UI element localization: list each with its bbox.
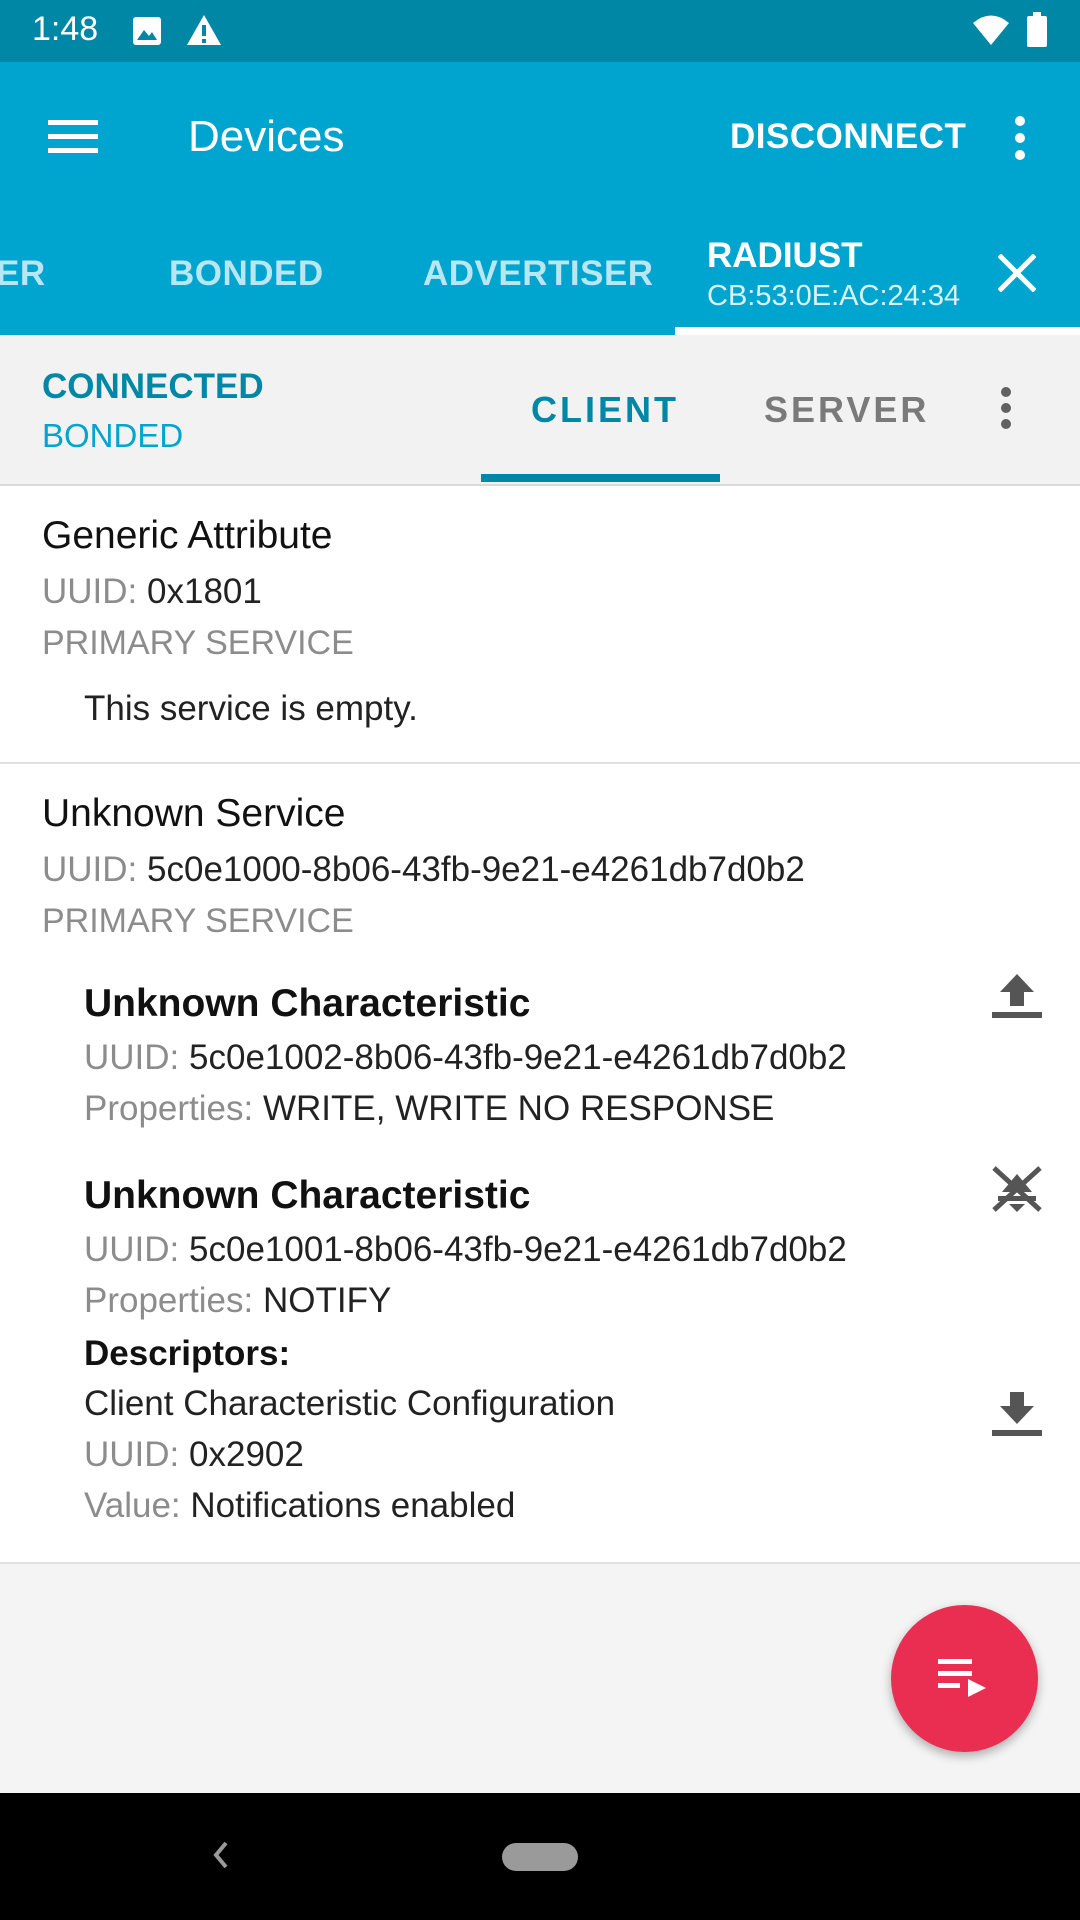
tab-advertiser[interactable]: ADVERTISER [423, 254, 654, 294]
characteristic-uuid-row: UUID: 5c0e1001-8b06-43fb-9e21-e4261db7d0… [84, 1230, 847, 1270]
uuid-label: UUID: [84, 1038, 180, 1077]
service-uuid-row: UUID: 5c0e1000-8b06-43fb-9e21-e4261db7d0… [42, 850, 805, 890]
service-type: PRIMARY SERVICE [42, 902, 354, 940]
playlist-play-icon [938, 1659, 986, 1697]
properties-label: Properties: [84, 1281, 254, 1320]
page-title: Devices [188, 112, 345, 161]
wifi-icon [973, 15, 1009, 45]
characteristic-uuid: 5c0e1002-8b06-43fb-9e21-e4261db7d0b2 [189, 1038, 847, 1077]
service-empty-text: This service is empty. [84, 689, 418, 728]
connection-bar: CONNECTED BONDED CLIENT SERVER [0, 335, 1080, 486]
bond-state: BONDED [42, 417, 184, 454]
active-tab-indicator [675, 327, 1080, 335]
upload-icon[interactable] [990, 972, 1044, 1020]
service-generic-attribute[interactable]: Generic Attribute UUID: 0x1801 PRIMARY S… [0, 486, 1080, 764]
device-address: CB:53:0E:AC:24:34 [707, 280, 961, 312]
service-uuid-row: UUID: 0x1801 [42, 572, 262, 612]
disconnect-button[interactable]: DISCONNECT [730, 117, 966, 157]
descriptors-heading: Descriptors: [84, 1334, 291, 1373]
overflow-menu-icon[interactable] [1013, 115, 1027, 161]
characteristic-properties: NOTIFY [262, 1281, 392, 1320]
battery-icon [1027, 12, 1047, 47]
client-tab-indicator [481, 474, 720, 482]
service-name: Unknown Service [42, 792, 346, 835]
characteristic-uuid: 5c0e1001-8b06-43fb-9e21-e4261db7d0b2 [189, 1230, 847, 1269]
descriptor-value: Notifications enabled [190, 1486, 516, 1525]
service-type: PRIMARY SERVICE [42, 624, 354, 662]
tab-server[interactable]: SERVER [764, 389, 929, 431]
app-bar: Devices DISCONNECT ER BONDED ADVERTISER … [0, 62, 1080, 335]
status-bar: 1:48 [0, 0, 1080, 62]
service-unknown[interactable]: Unknown Service UUID: 5c0e1000-8b06-43fb… [0, 764, 1080, 1564]
characteristic-name: Unknown Characteristic [84, 1174, 531, 1217]
log-fab-button[interactable] [891, 1605, 1038, 1752]
tab-client[interactable]: CLIENT [531, 389, 679, 431]
descriptor-name: Client Characteristic Configuration [84, 1384, 616, 1423]
uuid-label: UUID: [84, 1435, 180, 1474]
descriptor-uuid-row: UUID: 0x2902 [84, 1435, 304, 1475]
home-pill[interactable] [502, 1843, 578, 1871]
image-notification-icon [133, 17, 161, 45]
download-icon[interactable] [990, 1390, 1044, 1438]
uuid-label: UUID: [42, 850, 138, 889]
uuid-label: UUID: [42, 572, 138, 611]
service-uuid: 5c0e1000-8b06-43fb-9e21-e4261db7d0b2 [147, 850, 805, 889]
notifications-disable-icon[interactable] [990, 1164, 1044, 1214]
close-icon[interactable] [998, 254, 1036, 292]
characteristic-properties-row: Properties: WRITE, WRITE NO RESPONSE [84, 1089, 774, 1129]
connection-state: CONNECTED [42, 367, 264, 406]
service-uuid: 0x1801 [147, 572, 262, 611]
service-name: Generic Attribute [42, 514, 333, 557]
device-name: RADIUST [707, 236, 863, 275]
characteristic-name: Unknown Characteristic [84, 982, 531, 1025]
tab-bonded[interactable]: BONDED [169, 254, 324, 294]
tab-scanner[interactable]: ER [0, 254, 46, 294]
descriptor-value-row: Value: Notifications enabled [84, 1486, 515, 1526]
characteristic-properties-row: Properties: NOTIFY [84, 1281, 391, 1321]
status-time: 1:48 [32, 10, 99, 48]
value-label: Value: [84, 1486, 181, 1525]
properties-label: Properties: [84, 1089, 254, 1128]
system-nav-bar [0, 1793, 1080, 1920]
menu-icon[interactable] [48, 118, 98, 156]
warning-icon [187, 15, 221, 45]
characteristic-uuid-row: UUID: 5c0e1002-8b06-43fb-9e21-e4261db7d0… [84, 1038, 847, 1078]
descriptor-uuid: 0x2902 [189, 1435, 304, 1474]
back-icon[interactable] [208, 1837, 232, 1873]
uuid-label: UUID: [84, 1230, 180, 1269]
connection-overflow-menu-icon[interactable] [998, 386, 1014, 430]
characteristic-properties: WRITE, WRITE NO RESPONSE [262, 1089, 775, 1128]
